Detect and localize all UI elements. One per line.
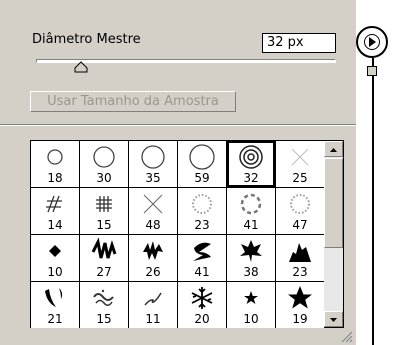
scroll-up-button[interactable] xyxy=(324,141,343,157)
small-star-brush-icon xyxy=(244,291,258,304)
brush-size-label: 15 xyxy=(96,312,112,326)
brush-size-label: 19 xyxy=(292,312,308,326)
brush-size-label: 41 xyxy=(243,218,259,232)
x-brush-icon xyxy=(143,194,163,214)
hard-round-brush-icon xyxy=(93,146,115,168)
hatch-brush-icon xyxy=(46,195,62,213)
brush-size-label: 41 xyxy=(194,265,210,279)
master-diameter-label: Diâmetro Mestre xyxy=(32,32,141,47)
palette-menu-button[interactable] xyxy=(356,26,388,58)
brush-size-label: 35 xyxy=(145,171,161,185)
brush-preset-18[interactable]: 21 xyxy=(31,282,79,328)
brush-size-label: 38 xyxy=(243,265,259,279)
master-diameter-input[interactable]: 32 px xyxy=(262,33,336,53)
scroll-down-arrow-icon xyxy=(330,318,337,322)
brush-size-label: 11 xyxy=(145,312,161,326)
scribble-brush-icon xyxy=(144,292,162,306)
play-arrow-icon xyxy=(369,37,376,47)
resize-grip-icon[interactable] xyxy=(338,328,354,344)
brush-preset-3[interactable]: 59 xyxy=(178,141,226,187)
brush-size-label: 10 xyxy=(243,312,259,326)
brush-size-label: 27 xyxy=(96,265,112,279)
brush-preset-7[interactable]: 15 xyxy=(80,188,128,234)
brush-preset-11[interactable]: 47 xyxy=(276,188,324,234)
brush-size-label: 48 xyxy=(145,218,161,232)
brush-size-label: 26 xyxy=(145,265,161,279)
brush-preset-1[interactable]: 30 xyxy=(80,141,128,187)
brush-preset-15[interactable]: 41 xyxy=(178,235,226,281)
brush-preset-20[interactable]: 11 xyxy=(129,282,177,328)
dotted-ring-brush-icon xyxy=(290,194,310,214)
brush-size-label: 32 xyxy=(243,171,259,185)
brush-preset-4[interactable]: 32 xyxy=(227,141,275,187)
brush-preset-22[interactable]: 10 xyxy=(227,282,275,328)
hard-round-brush-icon xyxy=(189,144,215,170)
brush-size-label: 30 xyxy=(96,171,112,185)
dotted-ring-brush-icon xyxy=(192,194,212,214)
hard-round-brush-icon xyxy=(47,149,63,165)
brush-preset-19[interactable]: 15 xyxy=(80,282,128,328)
brush-preset-17[interactable]: 23 xyxy=(276,235,324,281)
swirl-brush-icon xyxy=(193,242,211,261)
brush-preset-14[interactable]: 26 xyxy=(129,235,177,281)
brush-grid: 18 30 35 59 32 25 14 15 48 23 41 47 10 27 26 41 38 23 21 15… xyxy=(30,140,324,328)
brush-size-label: 20 xyxy=(194,312,210,326)
dashed-ring-brush-icon xyxy=(240,193,262,215)
scroll-down-button[interactable] xyxy=(324,311,343,327)
brush-preset-23[interactable]: 19 xyxy=(276,282,324,328)
cross-brush-icon xyxy=(291,148,309,166)
brush-size-label: 15 xyxy=(96,218,112,232)
brush-preset-8[interactable]: 48 xyxy=(129,188,177,234)
brush-preset-21[interactable]: 20 xyxy=(178,282,226,328)
brush-size-label: 18 xyxy=(47,171,63,185)
brush-preset-13[interactable]: 27 xyxy=(80,235,128,281)
brush-size-label: 25 xyxy=(292,171,308,185)
diamond-brush-icon xyxy=(49,245,61,257)
small-square-icon xyxy=(367,66,377,76)
brush-preset-12[interactable]: 10 xyxy=(31,235,79,281)
brush-size-label: 59 xyxy=(194,171,210,185)
brush-preset-9[interactable]: 23 xyxy=(178,188,226,234)
callout-line xyxy=(372,58,374,345)
brush-size-label: 47 xyxy=(292,218,308,232)
grass-brush-icon xyxy=(143,241,163,260)
ramp-brush-icon xyxy=(289,243,311,262)
zigzag-brush-icon xyxy=(91,238,117,259)
wave-brush-icon xyxy=(93,289,114,306)
scrollbar-thumb[interactable] xyxy=(324,158,343,248)
master-diameter-slider-thumb[interactable] xyxy=(74,61,88,73)
grid-brush-icon xyxy=(96,196,112,212)
star-brush-icon xyxy=(288,286,312,309)
brush-preset-16[interactable]: 38 xyxy=(227,235,275,281)
concentric-rings-brush-icon xyxy=(239,145,263,169)
hard-round-brush-icon xyxy=(141,145,165,169)
use-sample-size-button[interactable]: Usar Tamanho da Amostra xyxy=(30,91,236,112)
brush-preset-6[interactable]: 14 xyxy=(31,188,79,234)
brush-size-label: 23 xyxy=(292,265,308,279)
stroke-brush-icon xyxy=(45,288,63,307)
scroll-up-arrow-icon xyxy=(330,148,337,152)
brush-size-label: 23 xyxy=(194,218,210,232)
brush-size-label: 10 xyxy=(47,265,63,279)
brush-size-label: 14 xyxy=(47,218,63,232)
brush-preset-0[interactable]: 18 xyxy=(31,141,79,187)
brush-preset-2[interactable]: 35 xyxy=(129,141,177,187)
brush-preset-5[interactable]: 25 xyxy=(276,141,324,187)
brush-picker-panel: Diâmetro Mestre 32 px Usar Tamanho da Am… xyxy=(0,0,356,345)
snowflake-brush-icon xyxy=(191,287,213,309)
maple-brush-icon xyxy=(240,240,262,262)
brush-grid-scrollbar[interactable] xyxy=(324,140,344,328)
brush-size-label: 21 xyxy=(47,312,63,326)
brush-preset-10[interactable]: 41 xyxy=(227,188,275,234)
